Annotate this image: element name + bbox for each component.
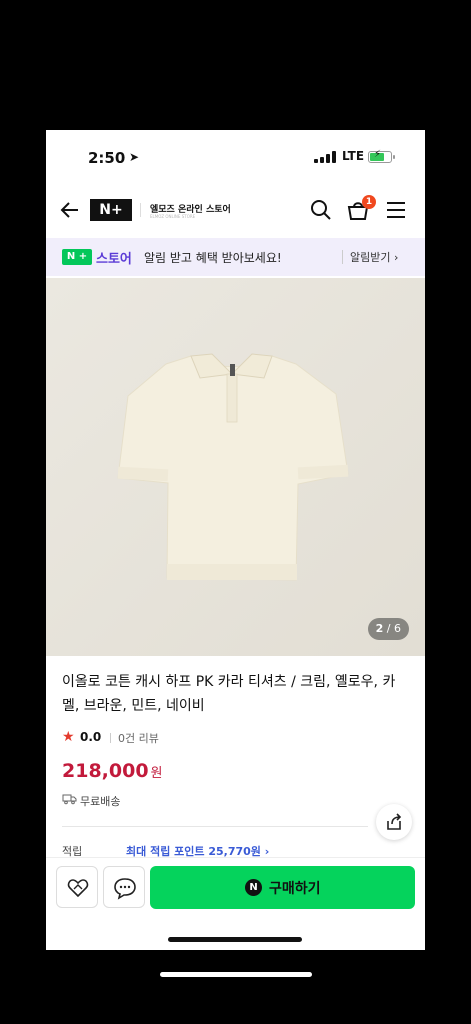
delivery-truck-icon [62,794,77,805]
naver-plus-logo[interactable]: N+ [90,199,132,221]
outer-home-indicator [160,972,312,977]
store-header: N+ 엘모즈 온라인 스토어 ELMOZ ONLINE STORE 1 [46,190,425,234]
chat-bubble-icon [114,878,136,900]
cart-count-badge: 1 [362,195,376,209]
search-icon[interactable] [310,199,332,221]
image-counter: 2 / 6 [367,618,409,640]
store-subtitle: ELMOZ ONLINE STORE [150,214,196,219]
buy-now-button[interactable]: N 구매하기 [150,866,415,909]
bottom-action-bar: N 구매하기 [46,857,425,917]
logo-divider [140,203,141,217]
star-icon: ★ [62,729,75,745]
product-image[interactable]: 2 / 6 [46,278,425,656]
talk-button[interactable] [103,866,145,908]
wishlist-button[interactable] [56,866,98,908]
location-arrow-icon: ➤ [129,150,140,164]
signal-icon [314,151,336,163]
buy-now-label: 구매하기 [269,881,321,897]
hamburger-menu-icon[interactable] [386,201,406,219]
phone-screen: 2:50 ➤ LTE ⚡ N+ 엘모즈 온라인 스토어 ELMOZ ONLINE… [46,130,425,950]
subscribe-alert-link[interactable]: 알림받기 › [350,249,398,265]
polo-shirt-image [46,278,425,656]
network-label: LTE [342,149,365,163]
battery-icon: ⚡ [368,149,395,163]
status-time: 2:50 [88,149,126,167]
product-title: 이올로 코튼 캐시 하프 PK 카라 티셔츠 / 크림, 옐로우, 카멜, 브라… [62,674,396,714]
rating-score: 0.0 [80,730,102,744]
banner-message: 알림 받고 혜택 받아보세요! [144,251,282,265]
banner-divider [342,250,343,264]
product-price: 218,000 원 [62,760,163,782]
share-button[interactable] [376,804,412,840]
status-bar: 2:50 ➤ LTE ⚡ [46,130,425,186]
banner-brand: 스토어 [96,252,132,267]
home-indicator[interactable] [168,937,302,942]
zzim-heart-icon [67,879,89,898]
review-count-link[interactable]: 0건 리뷰 [118,730,159,746]
info-divider [62,826,368,827]
npay-icon: N [245,879,262,896]
notification-banner[interactable]: N + 스토어 알림 받고 혜택 받아보세요! 알림받기 › [46,238,425,276]
naver-store-badge: N + [62,249,92,265]
share-icon [387,813,402,830]
back-arrow-icon[interactable] [58,198,82,222]
shipping-label: 무료배송 [80,795,121,808]
